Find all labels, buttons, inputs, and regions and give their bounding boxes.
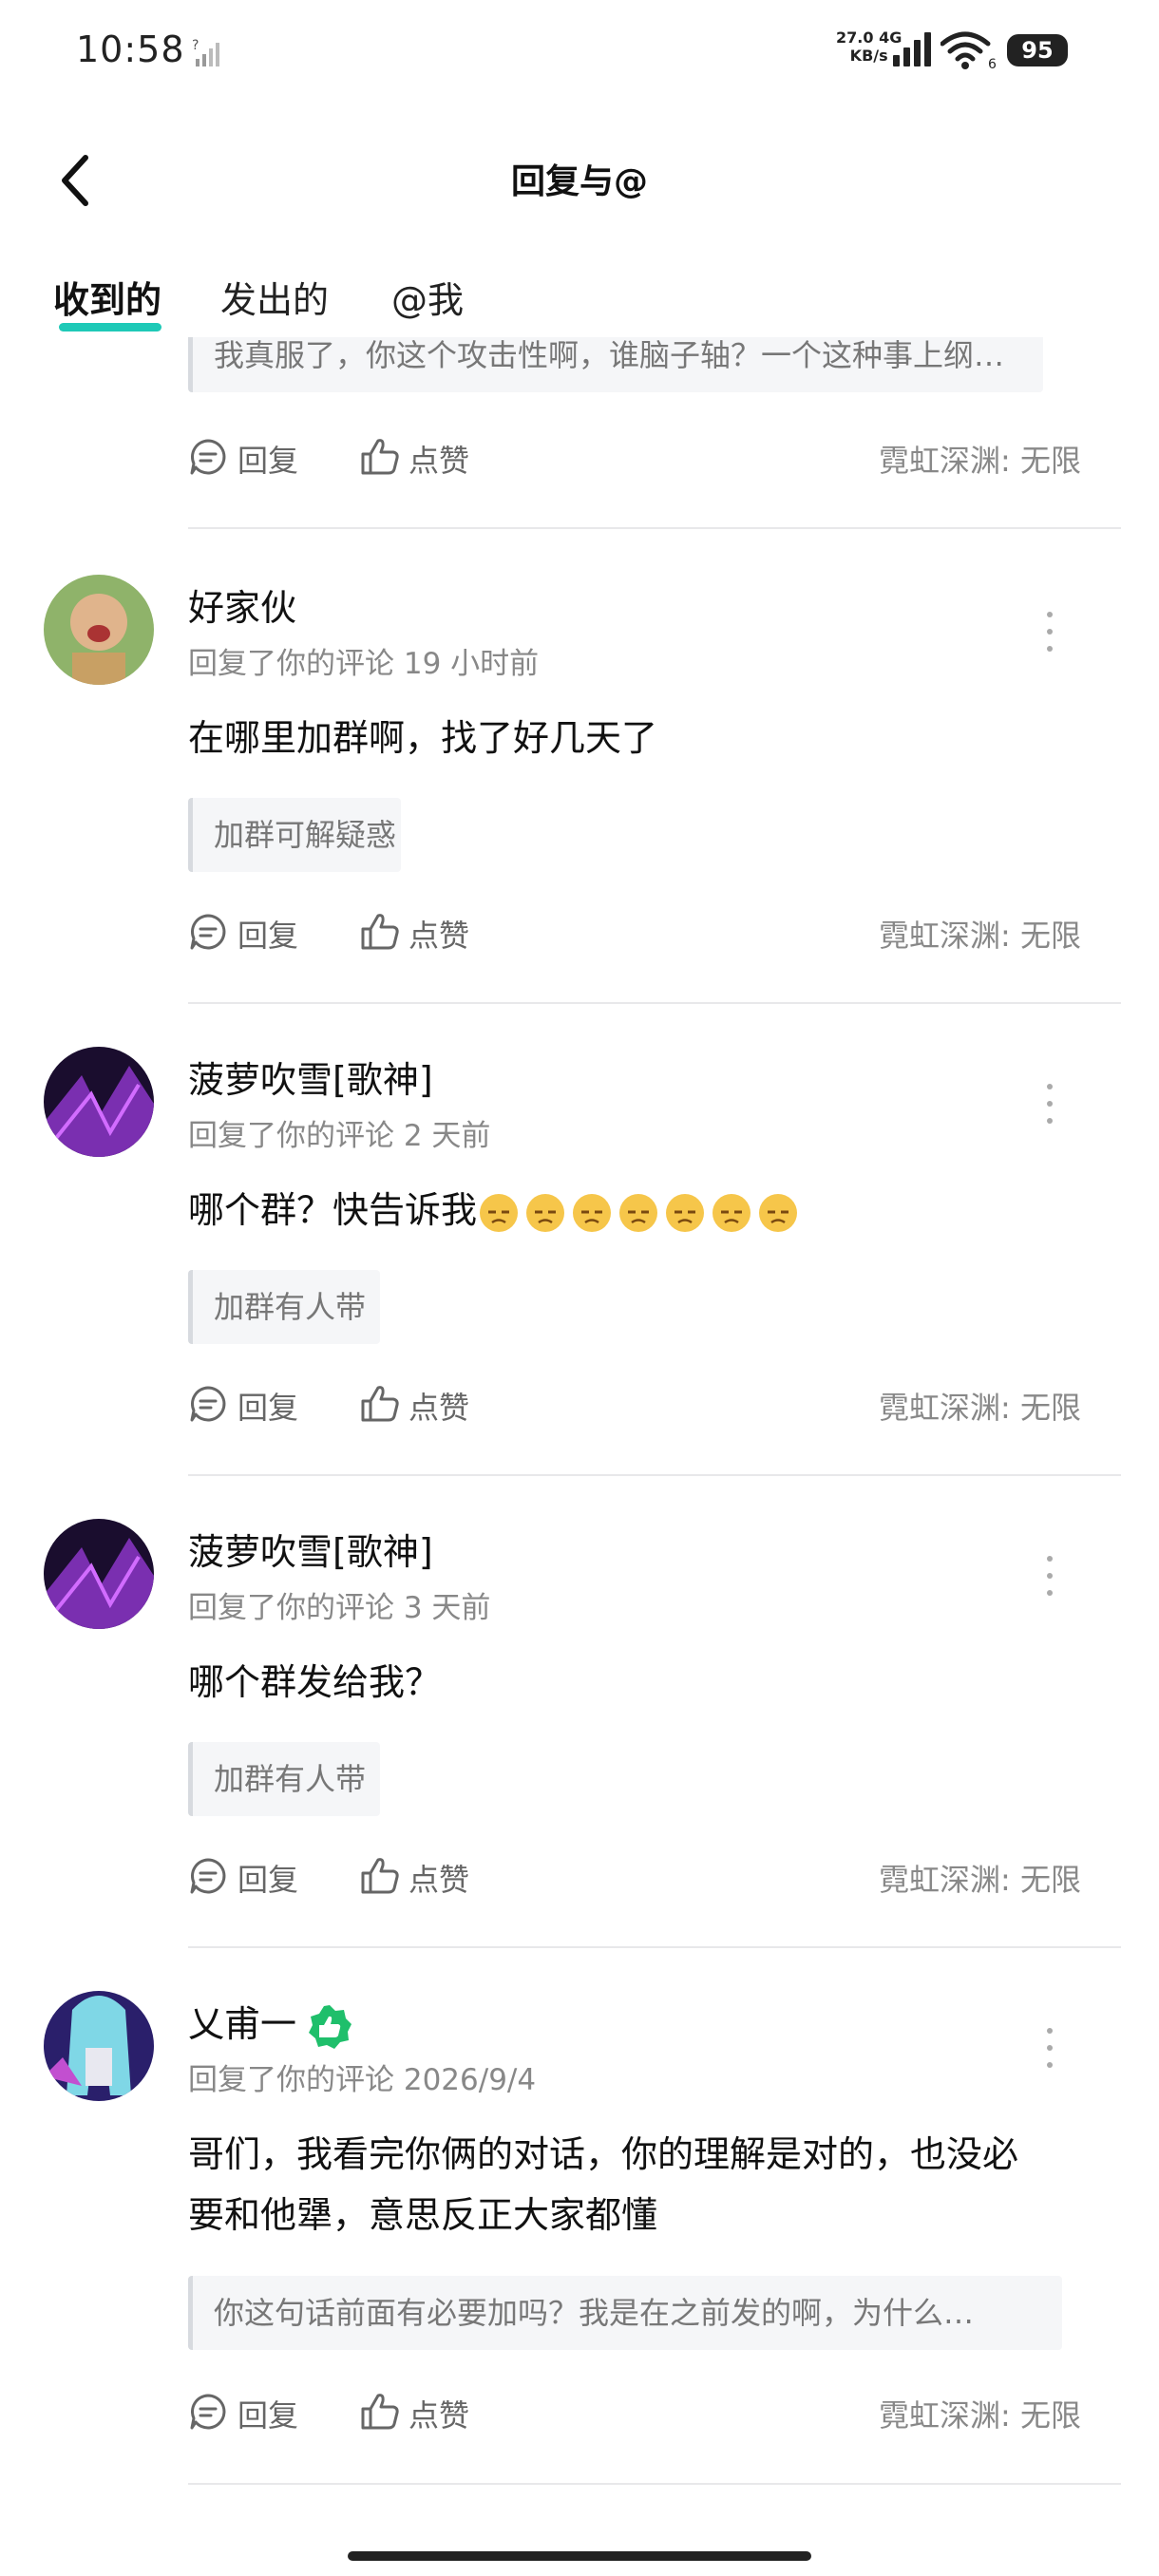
quoted-comment[interactable]: 加群有人带 <box>188 1270 380 1344</box>
source-game-link[interactable]: 霓虹深渊: 无限 <box>879 1384 1081 1428</box>
reply-button[interactable]: 回复 <box>238 437 298 481</box>
reply-icon[interactable] <box>188 912 228 952</box>
like-button[interactable]: 点赞 <box>408 2392 469 2435</box>
comment-text: 哪个群？快告诉我 <box>188 1180 1081 1241</box>
username[interactable]: 好家伙 <box>188 578 296 631</box>
more-options-icon[interactable] <box>1036 1075 1064 1132</box>
divider <box>188 1946 1121 1948</box>
quoted-comment[interactable]: 我真服了，你这个攻击性啊，谁脑子轴？一个这种事上纲… <box>188 337 1043 392</box>
tab-bar: 收到的 发出的 @我 <box>0 271 1159 337</box>
reply-icon[interactable] <box>188 2392 228 2432</box>
reply-icon[interactable] <box>188 1384 228 1424</box>
quoted-comment[interactable]: 你这句话前面有必要加吗？我是在之前发的啊，为什么… <box>188 2276 1062 2350</box>
like-button[interactable]: 点赞 <box>408 1856 469 1900</box>
divider <box>188 2483 1121 2485</box>
reply-meta: 回复了你的评论 2026/9/4 <box>188 2063 537 2097</box>
notification-item: 乂甫一 回复了你的评论 2026/9/4 哥们，我看完你俩的对话，你的理解是对的… <box>0 1991 1159 2503</box>
svg-text:6: 6 <box>988 57 997 72</box>
thumbs-up-icon[interactable] <box>359 2390 401 2432</box>
thumbs-up-badge-icon <box>309 2004 352 2049</box>
like-button[interactable]: 点赞 <box>408 437 469 481</box>
no-sim-signal-icon: ? <box>192 38 219 66</box>
divider <box>188 527 1121 529</box>
action-row: 回复 点赞 霓虹深渊: 无限 <box>188 902 1081 959</box>
reply-icon[interactable] <box>188 1856 228 1896</box>
username[interactable]: 菠萝吹雪[歌神] <box>188 1523 433 1575</box>
status-bar: 10:58 ? 27.0 4G KB/s 6 95 <box>0 0 1159 104</box>
tab-sent[interactable]: 发出的 <box>220 271 329 323</box>
reply-meta: 回复了你的评论 19 小时前 <box>188 647 540 681</box>
source-game-link[interactable]: 霓虹深渊: 无限 <box>879 1856 1081 1900</box>
reply-meta: 回复了你的评论 3 天前 <box>188 1591 491 1625</box>
thumbs-up-icon[interactable] <box>359 435 401 477</box>
thumbs-up-icon[interactable] <box>359 1382 401 1424</box>
more-options-icon[interactable] <box>1036 2019 1064 2076</box>
action-row: 回复 点赞 霓虹深渊: 无限 <box>188 1847 1081 1904</box>
like-button[interactable]: 点赞 <box>408 1384 469 1428</box>
sad-face-emoji-row <box>480 1193 798 1232</box>
thumbs-up-icon[interactable] <box>359 910 401 952</box>
comment-text: 哥们，我看完你俩的对话，你的理解是对的，也没必 要和他犟，意思反正大家都懂 <box>188 2133 1019 2236</box>
reply-button[interactable]: 回复 <box>238 2392 298 2435</box>
username[interactable]: 菠萝吹雪[歌神] <box>188 1051 433 1103</box>
comment-text: 哪个群发给我？ <box>188 1661 442 1703</box>
username[interactable]: 乂甫一 <box>188 1995 353 2051</box>
battery-indicator: 95 <box>1007 34 1068 66</box>
header: 回复与@ <box>0 133 1159 228</box>
notification-list: 我真服了，你这个攻击性啊，谁脑子轴？一个这种事上纲… 回复 点赞 霓虹深渊: 无… <box>0 337 1159 2503</box>
avatar[interactable] <box>44 1519 154 1629</box>
active-tab-indicator <box>59 323 162 331</box>
tab-received[interactable]: 收到的 <box>53 271 162 323</box>
action-row: 回复 点赞 霓虹深渊: 无限 <box>188 427 1081 484</box>
source-game-link[interactable]: 霓虹深渊: 无限 <box>879 2392 1081 2435</box>
reply-meta: 回复了你的评论 2 天前 <box>188 1119 491 1153</box>
source-game-link[interactable]: 霓虹深渊: 无限 <box>879 437 1081 481</box>
more-options-icon[interactable] <box>1036 1547 1064 1604</box>
notification-item: 菠萝吹雪[歌神] 回复了你的评论 3 天前 哪个群发给我？ 加群有人带 回复 点… <box>0 1519 1159 1956</box>
reply-button[interactable]: 回复 <box>238 1384 298 1428</box>
avatar[interactable] <box>44 1991 154 2101</box>
action-row: 回复 点赞 霓虹深渊: 无限 <box>188 2382 1081 2439</box>
avatar[interactable] <box>44 1047 154 1157</box>
reply-icon[interactable] <box>188 437 228 477</box>
page-title: 回复与@ <box>510 162 648 201</box>
avatar[interactable] <box>44 575 154 685</box>
thumbs-up-icon[interactable] <box>359 1854 401 1896</box>
divider <box>188 1474 1121 1476</box>
reply-button[interactable]: 回复 <box>238 912 298 956</box>
comment-text: 在哪里加群啊，找了好几天了 <box>188 717 658 759</box>
status-time: 10:58 <box>76 28 185 70</box>
more-options-icon[interactable] <box>1036 603 1064 660</box>
tab-mentions[interactable]: @我 <box>391 271 464 323</box>
reply-button[interactable]: 回复 <box>238 1856 298 1900</box>
home-indicator[interactable] <box>348 2551 811 2561</box>
notification-item: 好家伙 回复了你的评论 19 小时前 在哪里加群啊，找了好几天了 加群可解疑惑 … <box>0 575 1159 1012</box>
source-game-link[interactable]: 霓虹深渊: 无限 <box>879 912 1081 956</box>
quoted-comment[interactable]: 加群有人带 <box>188 1742 380 1816</box>
notification-item: 菠萝吹雪[歌神] 回复了你的评论 2 天前 哪个群？快告诉我 加群有人带 回复 … <box>0 1047 1159 1484</box>
wifi-icon: 6 <box>940 31 997 72</box>
divider <box>188 1002 1121 1004</box>
cell-signal-icon <box>893 32 931 66</box>
action-row: 回复 点赞 霓虹深渊: 无限 <box>188 1374 1081 1431</box>
like-button[interactable]: 点赞 <box>408 912 469 956</box>
svg-text:?: ? <box>192 38 199 53</box>
quoted-comment[interactable]: 加群可解疑惑 <box>188 798 401 872</box>
